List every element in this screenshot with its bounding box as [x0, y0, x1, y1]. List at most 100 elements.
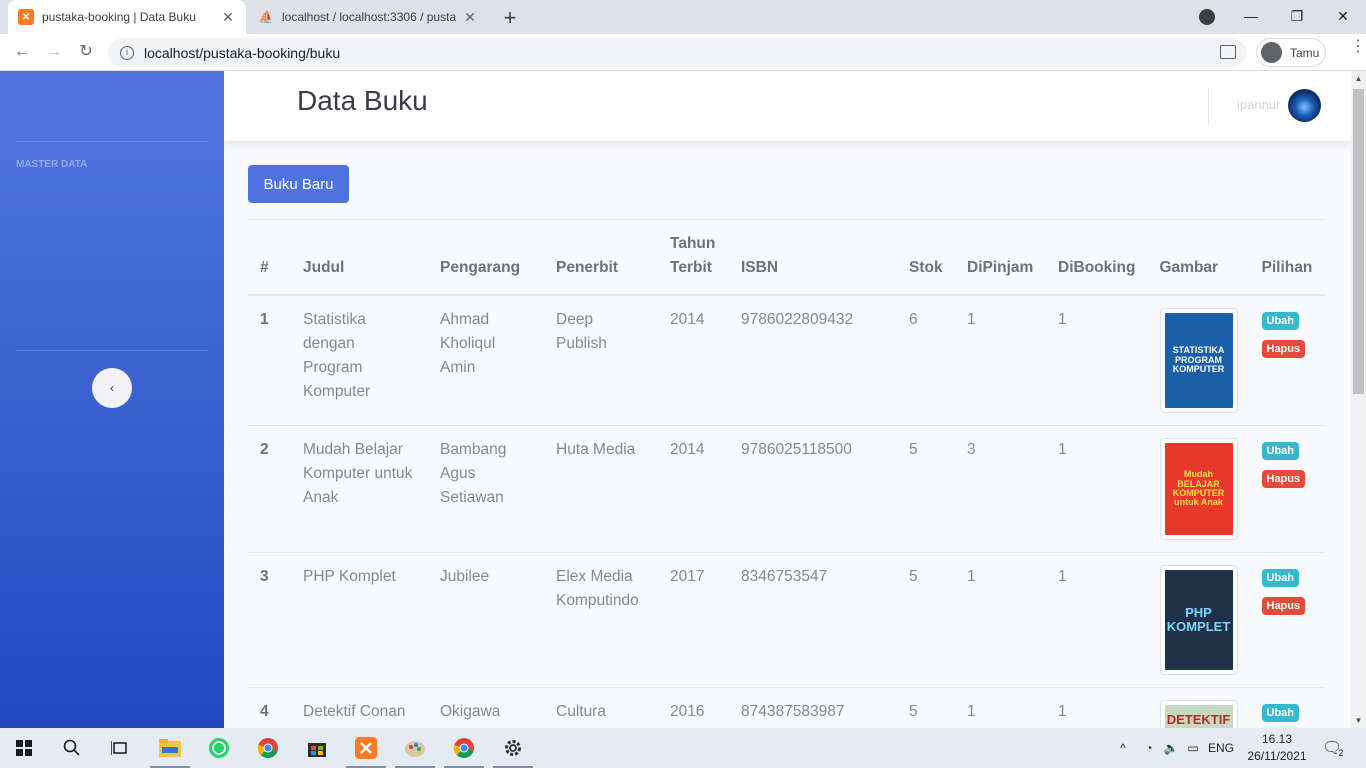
notification-count: 2: [1338, 748, 1344, 758]
delete-button[interactable]: Hapus: [1261, 340, 1306, 358]
phpmyadmin-favicon-icon: ⛵: [258, 10, 274, 24]
col-header-no: #: [248, 219, 291, 296]
info-icon[interactable]: i: [120, 45, 134, 60]
cell-isbn: 874387583987: [729, 687, 897, 728]
page-scrollbar[interactable]: ▲ ▼: [1351, 71, 1366, 728]
book-cover-image: STATISTIKA PROGRAM KOMPUTER: [1159, 308, 1238, 413]
scrollbar-thumb[interactable]: [1353, 89, 1364, 394]
delete-button[interactable]: Hapus: [1261, 470, 1306, 488]
taskbar-clock[interactable]: 16.13 26/11/2021: [1247, 731, 1307, 765]
cover-text: PHP: [1185, 605, 1212, 621]
clock-time: 16.13: [1261, 732, 1293, 746]
minimize-button[interactable]: —: [1228, 0, 1274, 34]
store-icon[interactable]: [293, 728, 341, 768]
start-windows-icon[interactable]: [0, 728, 48, 768]
translate-icon[interactable]: [1220, 45, 1236, 59]
volume-icon[interactable]: 🔈: [1160, 741, 1182, 755]
scroll-up-icon[interactable]: ▲: [1354, 74, 1363, 83]
edit-button[interactable]: Ubah: [1261, 312, 1299, 330]
cell-judul: Statistika dengan Program Komputer: [291, 294, 428, 426]
windows-taskbar: ^ ◔ 🔈 ▭ ENG 16.13 26/11/2021 🗨 2: [0, 728, 1366, 768]
task-view-icon[interactable]: [96, 728, 144, 768]
action-center-button[interactable]: 🗨 2: [1322, 728, 1343, 768]
close-window-button[interactable]: ✕: [1320, 0, 1366, 34]
cell-penerbit: Deep Publish: [544, 294, 658, 426]
search-icon[interactable]: [48, 728, 96, 768]
col-header-pilihan: Pilihan: [1249, 219, 1325, 296]
cell-judul: Detektif Conan: [291, 687, 428, 728]
cell-isbn: 9786022809432: [729, 294, 897, 426]
profile-label: Tamu: [1290, 45, 1320, 60]
tab-search-icon[interactable]: [1199, 9, 1215, 25]
col-header-judul: Judul: [291, 219, 428, 296]
edit-button[interactable]: Ubah: [1261, 704, 1299, 722]
col-header-penerbit: Penerbit: [544, 219, 658, 296]
table-row: 3 PHP Komplet Jubilee Elex Media Komputindo…: [248, 552, 1325, 688]
url-text: localhost/pustaka-booking/buku: [144, 44, 341, 61]
col-header-dipinjam: DiPinjam: [955, 219, 1046, 296]
language-indicator[interactable]: ENG: [1208, 741, 1234, 755]
cell-dibooking: 1: [1046, 552, 1148, 688]
tab-data-buku[interactable]: ✕ pustaka-booking | Data Buku ✕: [8, 0, 246, 34]
edit-button[interactable]: Ubah: [1261, 569, 1299, 587]
url-input[interactable]: i localhost/pustaka-booking/buku: [108, 38, 1246, 67]
sidebar: MASTER DATA ‹: [0, 71, 224, 728]
reload-icon[interactable]: ↻: [74, 40, 98, 64]
table-row: 2 Mudah Belajar Komputer untuk Anak Bamban…: [248, 425, 1325, 553]
cell-gambar: PHP KOMPLET: [1147, 552, 1250, 688]
restore-button[interactable]: ❐: [1274, 0, 1320, 34]
cell-no: 3: [248, 552, 291, 688]
new-tab-button[interactable]: +: [498, 5, 522, 31]
user-name[interactable]: ipannur: [1237, 97, 1280, 112]
cell-tahun: 2014: [658, 294, 729, 426]
forward-arrow-icon[interactable]: →: [42, 40, 66, 64]
system-tray: ^ ◔ 🔈 ▭ ENG: [1114, 728, 1234, 768]
cell-pengarang: Ahmad Kholiqul Amin: [428, 294, 544, 426]
battery-icon[interactable]: ▭: [1182, 741, 1204, 755]
xampp-favicon-icon: ✕: [18, 9, 34, 25]
cell-tahun: 2014: [658, 425, 729, 553]
cell-stok: 5: [897, 552, 955, 688]
books-table: # Judul Pengarang Penerbit Tahun Terbit …: [248, 219, 1325, 728]
chrome-window-icon[interactable]: [440, 728, 488, 768]
sidebar-toggle-button[interactable]: ‹: [92, 368, 132, 408]
cell-pilihan: Ubah Hapus: [1249, 294, 1325, 426]
cell-gambar: DETEKTIF: [1147, 687, 1250, 728]
col-header-tahun: Tahun Terbit: [658, 219, 729, 296]
back-arrow-icon[interactable]: ←: [10, 40, 34, 64]
cell-no: 2: [248, 425, 291, 553]
scroll-down-icon[interactable]: ▼: [1354, 716, 1363, 725]
tab-phpmyadmin[interactable]: ⛵ localhost / localhost:3306 / pusta ✕: [248, 0, 488, 34]
delete-button[interactable]: Hapus: [1261, 597, 1306, 615]
profile-avatar-icon: [1261, 42, 1282, 63]
cover-text: KOMPLET: [1166, 619, 1231, 634]
sidebar-divider: [16, 350, 208, 351]
table-row: 1 Statistika dengan Program Komputer Ahmad…: [248, 294, 1325, 426]
new-book-button[interactable]: Buku Baru: [248, 165, 349, 203]
whatsapp-icon[interactable]: [195, 728, 243, 768]
col-header-gambar: Gambar: [1147, 219, 1250, 296]
cell-gambar: STATISTIKA PROGRAM KOMPUTER: [1147, 294, 1250, 426]
wifi-icon[interactable]: ◔: [1138, 741, 1160, 755]
close-tab-icon[interactable]: ✕: [220, 9, 236, 26]
cell-judul: PHP Komplet: [291, 552, 428, 688]
edit-button[interactable]: Ubah: [1261, 442, 1299, 460]
xampp-icon[interactable]: [342, 728, 390, 768]
book-cover-image: Mudah BELAJAR KOMPUTER untuk Anak: [1159, 438, 1238, 540]
file-explorer-icon[interactable]: [146, 728, 194, 768]
cover-text: untuk Anak: [1174, 497, 1223, 508]
show-hidden-icons-chevron-icon[interactable]: ^: [1114, 741, 1132, 755]
col-header-pengarang: Pengarang: [428, 219, 544, 296]
cover-text: KOMPUTER: [1172, 364, 1225, 375]
chrome-icon[interactable]: [244, 728, 292, 768]
table-header-row: # Judul Pengarang Penerbit Tahun Terbit …: [248, 219, 1325, 296]
settings-gear-icon[interactable]: [489, 728, 537, 768]
cell-pengarang: Jubilee: [428, 552, 544, 688]
browser-menu-icon[interactable]: ⋮: [1350, 39, 1366, 55]
cell-no: 4: [248, 687, 291, 728]
avatar[interactable]: [1288, 89, 1321, 122]
paint-icon[interactable]: [391, 728, 439, 768]
close-tab-icon[interactable]: ✕: [462, 9, 478, 26]
book-cover-image: DETEKTIF: [1159, 700, 1238, 728]
profile-button[interactable]: Tamu: [1256, 38, 1326, 67]
